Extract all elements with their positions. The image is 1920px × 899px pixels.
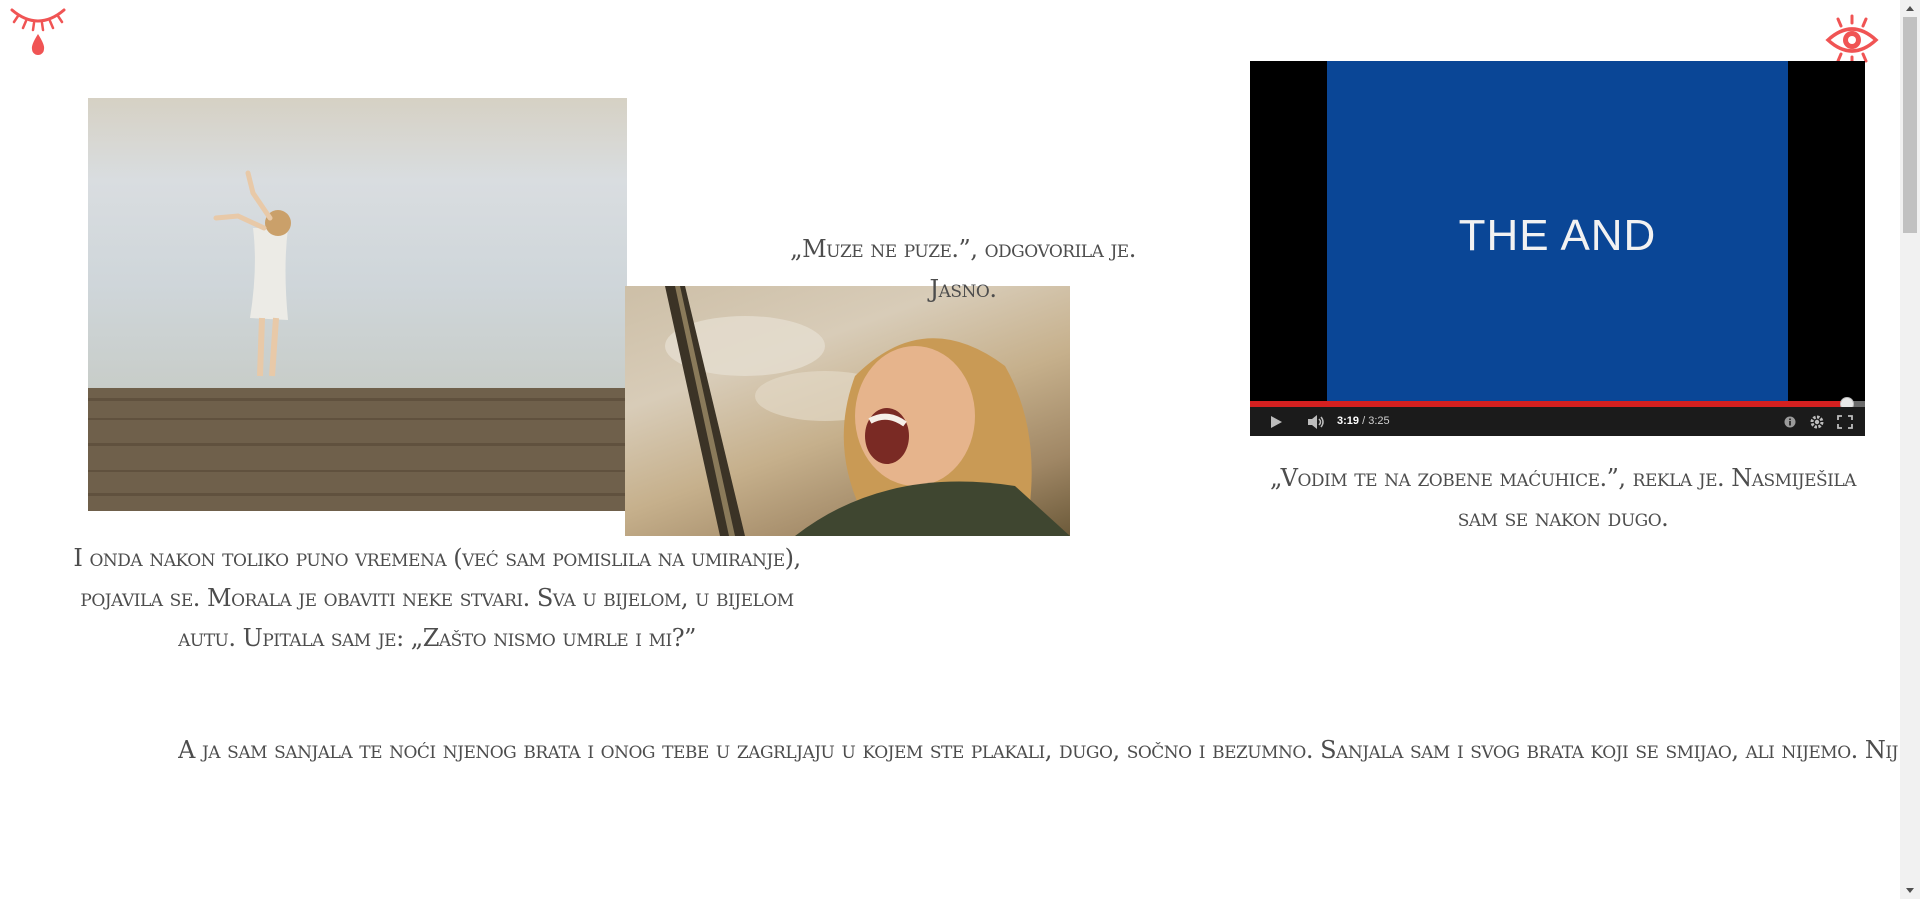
play-icon[interactable] [1264, 407, 1288, 436]
scrollbar-thumb[interactable] [1903, 17, 1917, 233]
laughing-woman-photo [625, 286, 1070, 536]
muze-caption: „Muze ne puze.”, odgovorila je. Jasno. [790, 235, 1143, 303]
page-scrollbar[interactable] [1900, 0, 1920, 899]
video-time: 3:19 / 3:25 [1337, 407, 1390, 436]
video-controls: 3:19 / 3:25 [1250, 407, 1865, 436]
scroll-up-arrow-icon[interactable] [1900, 0, 1920, 17]
settings-gear-icon[interactable] [1806, 407, 1828, 436]
info-icon[interactable] [1780, 407, 1800, 436]
video-current-time: 3:19 [1337, 415, 1360, 427]
crying-eye-icon[interactable] [8, 2, 68, 62]
video-duration: 3:25 [1368, 415, 1390, 427]
fullscreen-icon[interactable] [1834, 407, 1856, 436]
story-caption: I onda nakon toliko puno vremena (već sa… [73, 544, 808, 652]
video-caption: „Vodim te na zobene maćuhice.”, rekla je… [1270, 464, 1864, 532]
video-player[interactable]: THE AND 3:19 / 3:25 [1250, 61, 1865, 436]
video-time-separator: / [1359, 415, 1369, 427]
volume-icon[interactable] [1304, 407, 1328, 436]
video-screen[interactable]: THE AND [1327, 61, 1788, 401]
scroll-down-arrow-icon[interactable] [1900, 882, 1920, 899]
video-title: THE AND [1458, 211, 1657, 260]
woman-in-white-dress-field-photo [88, 98, 627, 511]
dream-caption: A ja sam sanjala te noći njenog brata i … [178, 736, 1898, 764]
